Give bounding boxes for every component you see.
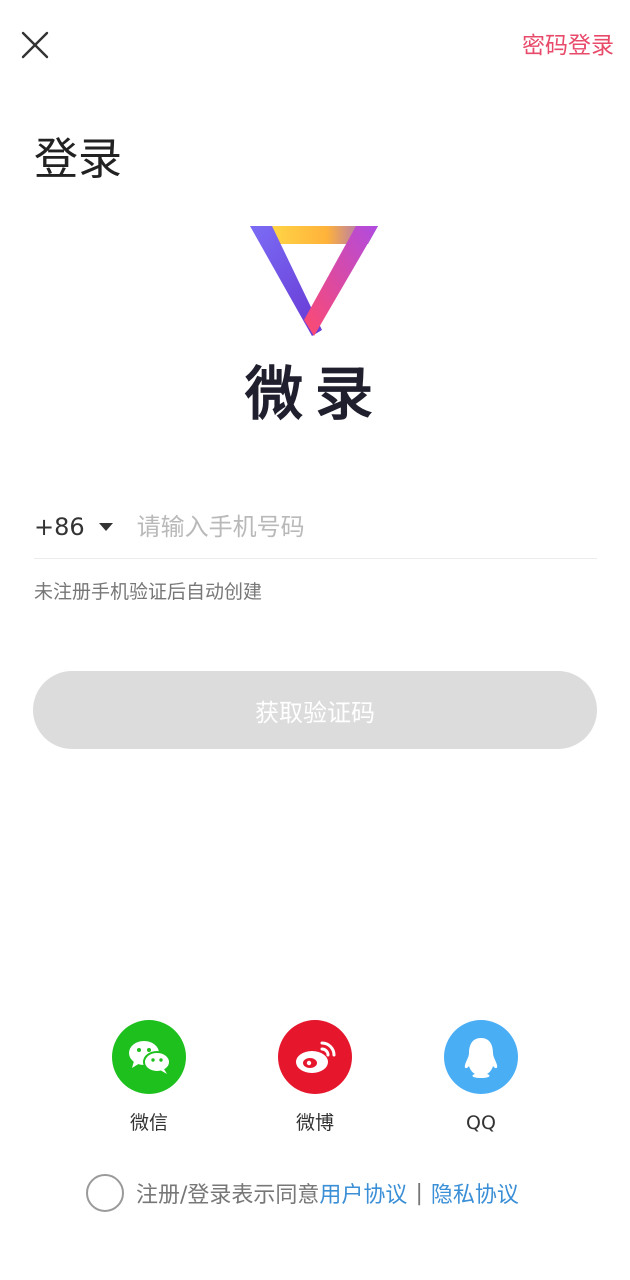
privacy-policy-link[interactable]: 隐私协议 bbox=[431, 1177, 519, 1209]
wechat-login-button[interactable]: 微信 bbox=[99, 1020, 199, 1136]
app-logo-text: 微录 bbox=[244, 360, 385, 428]
agreement-row: 注册/登录表示同意 用户协议 | 隐私协议 bbox=[86, 1172, 519, 1214]
qq-icon bbox=[444, 1020, 518, 1094]
country-code-value: +86 bbox=[34, 513, 85, 541]
page-title: 登录 bbox=[34, 134, 122, 185]
get-verification-code-button[interactable]: 获取验证码 bbox=[33, 671, 597, 749]
social-login-row: 微信 微博 QQ bbox=[0, 1020, 630, 1140]
phone-number-input[interactable] bbox=[136, 513, 597, 541]
qq-login-button[interactable]: QQ bbox=[431, 1020, 531, 1136]
close-button[interactable] bbox=[14, 24, 56, 66]
agreement-separator: | bbox=[415, 1180, 423, 1206]
auto-register-hint: 未注册手机验证后自动创建 bbox=[34, 581, 263, 603]
phone-input-row: +86 bbox=[34, 496, 597, 559]
wechat-icon bbox=[112, 1020, 186, 1094]
wechat-label: 微信 bbox=[129, 1112, 168, 1134]
agreement-prefix: 注册/登录表示同意 bbox=[136, 1183, 320, 1208]
triangle-logo-icon bbox=[250, 226, 378, 336]
qq-label: QQ bbox=[466, 1112, 496, 1134]
close-icon bbox=[21, 31, 49, 59]
user-agreement-link[interactable]: 用户协议 bbox=[319, 1177, 407, 1209]
password-login-link[interactable]: 密码登录 bbox=[522, 30, 614, 62]
weibo-login-button[interactable]: 微博 bbox=[265, 1020, 365, 1136]
weibo-icon bbox=[278, 1020, 352, 1094]
caret-down-icon bbox=[98, 523, 113, 531]
country-code-selector[interactable]: +86 bbox=[34, 513, 137, 541]
weibo-label: 微博 bbox=[295, 1112, 334, 1134]
agreement-checkbox[interactable] bbox=[86, 1174, 124, 1212]
app-logo bbox=[240, 218, 390, 343]
